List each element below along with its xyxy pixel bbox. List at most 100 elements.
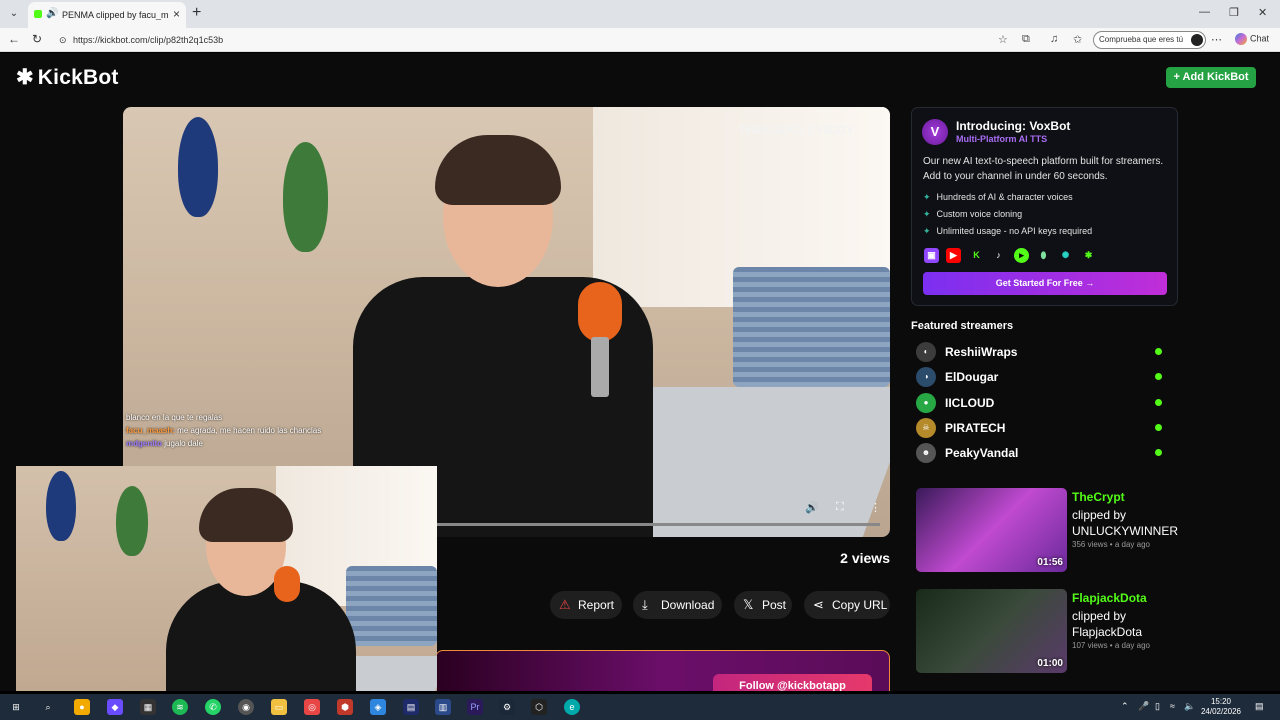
app-icon[interactable]: ● (74, 699, 90, 715)
copy-label: Copy URL (832, 598, 888, 612)
close-tab-icon[interactable]: × (173, 7, 180, 21)
search-icon[interactable]: ⌕ (40, 699, 56, 715)
address-bar-row: ← ↻ ⊙ https://kickbot.com/clip/p82th2q1c… (0, 28, 1280, 52)
steam-icon[interactable]: ⚙ (499, 699, 515, 715)
notifications-icon[interactable]: ▤ (1255, 701, 1264, 712)
bot-icon: ✺ (1058, 248, 1073, 263)
scene-microphone (578, 282, 622, 342)
download-icon: ⤓ (642, 597, 648, 612)
fullscreen-icon[interactable]: ⛶ (836, 501, 844, 514)
report-button[interactable]: ⚠ Report (550, 591, 622, 619)
featured-streamers-title: Featured streamers (911, 320, 1014, 332)
chat-text: blanco en la que te regalas (126, 413, 223, 422)
clip-channel[interactable]: FlapjackDota (1072, 591, 1147, 605)
copy-url-button[interactable]: ⋖ Copy URL (804, 591, 890, 619)
chat-user: mdgenito (126, 439, 162, 448)
obs-icon[interactable]: ◉ (238, 699, 254, 715)
clip-thumbnail[interactable]: 01:00 (916, 589, 1067, 673)
verify-label: Comprueba que eres tú (1099, 35, 1184, 44)
refresh-icon[interactable]: ↻ (32, 32, 42, 46)
streamer-name: PIRATECH (945, 421, 1006, 435)
scene-guitar-green (283, 142, 328, 252)
app-icon[interactable]: ▦ (140, 699, 156, 715)
microphone-icon[interactable]: 🎤 (1138, 701, 1149, 712)
download-label: Download (661, 598, 715, 612)
wifi-icon[interactable]: ≈ (1170, 701, 1175, 711)
voxbot-get-started-button[interactable]: Get Started For Free → (923, 272, 1167, 295)
edge-icon[interactable]: e (564, 699, 580, 715)
streamer-item[interactable]: ☠ PIRATECH (916, 417, 1166, 439)
app-icon[interactable]: ⬡ (531, 699, 547, 715)
related-clip-card[interactable]: 01:56 TheCrypt clipped by UNLUCKYWINNER … (916, 488, 1179, 572)
copilot-chat-button[interactable]: Chat (1235, 33, 1269, 45)
extensions-icon[interactable]: ⧉ (1022, 33, 1030, 46)
site-logo[interactable]: ✱ KickBot (16, 65, 119, 90)
speaker-icon[interactable]: 🔊 (46, 8, 58, 19)
new-tab-button[interactable]: + (192, 4, 201, 22)
pip-person-body (166, 581, 356, 691)
start-icon[interactable]: ⊞ (8, 699, 24, 715)
file-explorer-icon[interactable]: ▭ (271, 699, 287, 715)
media-icon[interactable]: ♫ (1050, 33, 1058, 45)
post-button[interactable]: 𝕏 Post (734, 591, 792, 619)
add-kickbot-button[interactable]: + Add KickBot (1166, 67, 1256, 88)
scene-guitar-blue (178, 117, 218, 217)
player-more-icon[interactable]: ⋮ (870, 501, 881, 514)
tab-title: PENMA clipped by facu_maash (62, 10, 168, 20)
minimize-icon[interactable]: — (1199, 6, 1210, 18)
windows-taskbar: ⊞ ⌕ ● ◆ ▦ ≋ ✆ ◉ ▭ ◎ ⬢ ◈ ▤ ▥ Pr ⚙ ⬡ e ⌃ 🎤… (0, 694, 1280, 720)
streamer-watermark: THIIAGOOLEVICOY (738, 123, 855, 137)
streamer-item[interactable]: ● IICLOUD (916, 392, 1166, 414)
clip-clipper: clipped by UNLUCKYWINNER (1072, 508, 1179, 538)
streamer-item[interactable]: ☻ PeakyVandal (916, 442, 1166, 464)
battery-icon[interactable]: ▯ (1155, 701, 1160, 712)
voxbot-feature: ✦ Hundreds of AI & character voices (923, 192, 1073, 203)
premiere-icon[interactable]: Pr (467, 699, 483, 715)
volume-tray-icon[interactable]: 🔈 (1184, 701, 1195, 712)
site-info-icon[interactable]: ⊙ (59, 31, 67, 49)
streamer-item[interactable]: ◑ ElDougar (916, 366, 1166, 388)
clip-thumbnail[interactable]: 01:56 (916, 488, 1067, 572)
tray-chevron-icon[interactable]: ⌃ (1121, 701, 1129, 712)
pip-guitar-green (116, 486, 148, 556)
chat-line: mdgenito jugalo dale (126, 437, 326, 450)
browser-tab[interactable]: 🔊 PENMA clipped by facu_maash × (28, 2, 186, 28)
favorites-icon[interactable]: ✩ (1073, 33, 1082, 46)
app-icon[interactable]: ◎ (304, 699, 320, 715)
close-window-icon[interactable]: ✕ (1258, 6, 1267, 19)
streamer-name: ReshiiWraps (945, 345, 1018, 359)
app-icon[interactable]: ⬢ (337, 699, 353, 715)
voxbot-promo-card: V Introducing: VoxBot Multi-Platform AI … (911, 107, 1178, 306)
verify-profile-button[interactable]: Comprueba que eres tú (1093, 31, 1206, 49)
tab-actions-menu-icon[interactable]: ⌄ (4, 4, 24, 24)
clip-channel[interactable]: TheCrypt (1072, 490, 1125, 504)
more-options-icon[interactable]: ⋯ (1211, 33, 1222, 46)
follow-kickbot-button[interactable]: Follow @kickbotapp (713, 674, 872, 691)
back-icon[interactable]: ← (8, 32, 20, 46)
restore-icon[interactable]: ❐ (1229, 6, 1239, 19)
tiktok-icon: ♪ (991, 248, 1006, 263)
live-indicator (1155, 348, 1162, 355)
kickbot-icon: ✱ (1081, 248, 1096, 263)
sparkle-icon: ✦ (923, 192, 931, 202)
volume-icon[interactable]: 🔊 (805, 501, 819, 514)
taskbar-clock[interactable]: 15:20 24/02/2026 (1199, 697, 1243, 717)
report-label: Report (578, 598, 615, 612)
favorite-star-icon[interactable]: ☆ (998, 33, 1008, 46)
streamer-item[interactable]: ◐ ReshiiWraps (916, 341, 1166, 363)
app-icon[interactable]: ▤ (403, 699, 419, 715)
related-clip-card[interactable]: 01:00 FlapjackDota clipped by FlapjackDo… (916, 589, 1176, 673)
url-field[interactable]: ⊙ https://kickbot.com/clip/p82th2q1c53b (55, 31, 1015, 49)
app-icon[interactable]: ▥ (435, 699, 451, 715)
profile-avatar (1191, 34, 1203, 46)
app-icon[interactable]: ◆ (107, 699, 123, 715)
streamer-name: ElDougar (945, 370, 999, 384)
picture-in-picture-video[interactable] (16, 466, 437, 691)
app-icon[interactable]: ◈ (370, 699, 386, 715)
kickbot-page: ✱ KickBot + Add KickBot THIIAGOOLEVICOY b… (0, 53, 1280, 691)
download-button[interactable]: ⤓ Download (633, 591, 722, 619)
spotify-icon[interactable]: ≋ (172, 699, 188, 715)
streamer-avatar: ◐ (916, 342, 936, 362)
logo-text: KickBot (37, 66, 119, 89)
whatsapp-icon[interactable]: ✆ (205, 699, 221, 715)
